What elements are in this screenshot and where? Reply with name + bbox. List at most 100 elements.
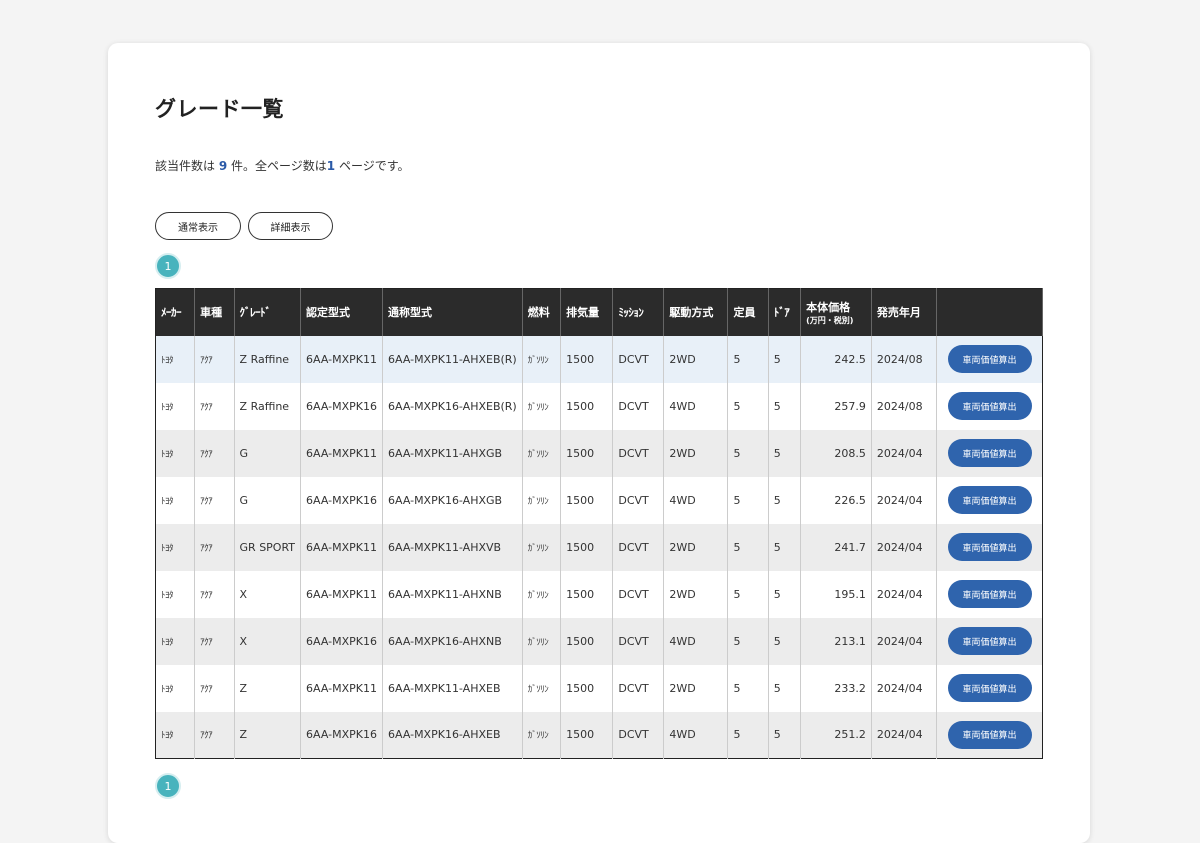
cell-grade: Z Raffine — [234, 382, 302, 430]
calculate-value-button[interactable]: 車両価値算出 — [947, 439, 1032, 467]
calculate-value-button[interactable]: 車両価値算出 — [947, 720, 1032, 749]
cell-certified-type: 6AA-MXPK11 — [300, 335, 383, 383]
calculate-value-button[interactable]: 車両価値算出 — [947, 674, 1032, 702]
col-header-label: 認定型式 — [306, 306, 351, 320]
col-header-transmission: ﾐｯｼｮﾝ — [612, 288, 665, 336]
cell-release-date: 2024/04 — [871, 664, 938, 712]
cell-model: ｱｸｱ — [194, 570, 235, 618]
grade-table: ﾒｰｶｰ 車種 ｸﾞﾚｰﾄﾞ 認定型式 通称型式 燃料 排気量 ﾐｯｼｮﾝ 駆動方式 定員 ﾄﾞｱ 本… — [155, 288, 1043, 759]
cell-drive: 2WD — [663, 523, 729, 571]
cell-capacity: 5 — [727, 429, 769, 477]
cell-action: 車両価値算出 — [936, 617, 1043, 665]
cell-displacement: 1500 — [560, 429, 614, 477]
table-row: ﾄﾖﾀ ｱｸｱ Z 6AA-MXPK11 6AA-MXPK11-AHXEB ｶﾞｿﾘﾝ 15… — [155, 664, 1043, 712]
col-header-maker: ﾒｰｶｰ — [155, 288, 196, 336]
cell-maker: ﾄﾖﾀ — [155, 476, 196, 524]
cell-grade: X — [234, 570, 302, 618]
cell-release-date: 2024/08 — [871, 382, 938, 430]
col-header-label: ﾐｯｼｮﾝ — [618, 306, 644, 320]
cell-certified-type: 6AA-MXPK11 — [300, 523, 383, 571]
cell-grade: G — [234, 476, 302, 524]
col-header-price: 本体価格 (万円・税別) — [800, 288, 872, 336]
col-header-doors: ﾄﾞｱ — [768, 288, 802, 336]
grade-list-card: グレード一覧 該当件数は 9 件。全ページ数は1 ページです。 通常表示 詳細表… — [108, 43, 1090, 843]
cell-action: 車両価値算出 — [936, 664, 1043, 712]
result-count: 9 — [218, 159, 228, 173]
cell-common-type: 6AA-MXPK16-AHXEB(R) — [382, 382, 523, 430]
cell-maker: ﾄﾖﾀ — [155, 382, 196, 430]
cell-fuel: ｶﾞｿﾘﾝ — [522, 335, 562, 383]
col-header-grade: ｸﾞﾚｰﾄﾞ — [234, 288, 302, 336]
calculate-value-button[interactable]: 車両価値算出 — [947, 345, 1032, 373]
cell-maker: ﾄﾖﾀ — [155, 429, 196, 477]
cell-grade: X — [234, 617, 302, 665]
cell-release-date: 2024/04 — [871, 617, 938, 665]
pagination-bottom: 1 — [155, 773, 181, 799]
page-link-1-bottom[interactable]: 1 — [155, 773, 181, 799]
cell-certified-type: 6AA-MXPK11 — [300, 570, 383, 618]
cell-displacement: 1500 — [560, 382, 614, 430]
count-suffix: ページです。 — [335, 159, 410, 173]
col-header-certified-type: 認定型式 — [300, 288, 383, 336]
normal-view-button[interactable]: 通常表示 — [155, 212, 241, 240]
cell-transmission: DCVT — [612, 523, 665, 571]
cell-capacity: 5 — [727, 335, 769, 383]
col-header-label: ﾄﾞｱ — [773, 306, 790, 320]
cell-model: ｱｸｱ — [194, 711, 235, 759]
cell-model: ｱｸｱ — [194, 476, 235, 524]
col-header-label: 駆動方式 — [669, 306, 714, 320]
calculate-value-button[interactable]: 車両価値算出 — [947, 627, 1032, 655]
cell-transmission: DCVT — [612, 570, 665, 618]
cell-doors: 5 — [768, 664, 802, 712]
cell-certified-type: 6AA-MXPK16 — [300, 711, 383, 759]
col-header-model: 車種 — [194, 288, 235, 336]
cell-transmission: DCVT — [612, 711, 665, 759]
cell-price: 242.5 — [800, 335, 872, 383]
cell-common-type: 6AA-MXPK11-AHXEB(R) — [382, 335, 523, 383]
cell-release-date: 2024/04 — [871, 570, 938, 618]
cell-grade: G — [234, 429, 302, 477]
calculate-value-button[interactable]: 車両価値算出 — [947, 392, 1032, 420]
cell-release-date: 2024/04 — [871, 523, 938, 571]
cell-price: 257.9 — [800, 382, 872, 430]
cell-drive: 2WD — [663, 429, 729, 477]
cell-drive: 2WD — [663, 570, 729, 618]
cell-price: 226.5 — [800, 476, 872, 524]
cell-price: 213.1 — [800, 617, 872, 665]
cell-displacement: 1500 — [560, 664, 614, 712]
cell-capacity: 5 — [727, 711, 769, 759]
cell-maker: ﾄﾖﾀ — [155, 711, 196, 759]
cell-transmission: DCVT — [612, 335, 665, 383]
page-title: グレード一覧 — [155, 97, 284, 121]
cell-doors: 5 — [768, 711, 802, 759]
cell-fuel: ｶﾞｿﾘﾝ — [522, 664, 562, 712]
cell-drive: 4WD — [663, 476, 729, 524]
page-link-1[interactable]: 1 — [155, 253, 181, 279]
cell-transmission: DCVT — [612, 476, 665, 524]
cell-action: 車両価値算出 — [936, 570, 1043, 618]
cell-action: 車両価値算出 — [936, 335, 1043, 383]
cell-doors: 5 — [768, 429, 802, 477]
cell-displacement: 1500 — [560, 617, 614, 665]
col-header-label: 排気量 — [566, 306, 600, 320]
cell-displacement: 1500 — [560, 523, 614, 571]
calculate-value-button[interactable]: 車両価値算出 — [947, 580, 1032, 608]
cell-maker: ﾄﾖﾀ — [155, 617, 196, 665]
table-row: ﾄﾖﾀ ｱｸｱ Z 6AA-MXPK16 6AA-MXPK16-AHXEB ｶﾞｿﾘﾝ 15… — [155, 711, 1043, 759]
col-header-release-date: 発売年月 — [871, 288, 938, 336]
cell-release-date: 2024/04 — [871, 476, 938, 524]
cell-doors: 5 — [768, 476, 802, 524]
col-header-label: 車種 — [200, 306, 223, 320]
table-row: ﾄﾖﾀ ｱｸｱ Z Raffine 6AA-MXPK16 6AA-MXPK16-AHXE… — [155, 382, 1043, 430]
cell-drive: 4WD — [663, 382, 729, 430]
cell-drive: 2WD — [663, 664, 729, 712]
cell-certified-type: 6AA-MXPK16 — [300, 617, 383, 665]
calculate-value-button[interactable]: 車両価値算出 — [947, 533, 1032, 561]
calculate-value-button[interactable]: 車両価値算出 — [947, 486, 1032, 514]
detail-view-button[interactable]: 詳細表示 — [248, 212, 333, 240]
col-header-label: 発売年月 — [876, 306, 921, 320]
cell-fuel: ｶﾞｿﾘﾝ — [522, 523, 562, 571]
result-count-text: 該当件数は 9 件。全ページ数は1 ページです。 — [155, 157, 410, 174]
cell-fuel: ｶﾞｿﾘﾝ — [522, 617, 562, 665]
cell-grade: Z Raffine — [234, 335, 302, 383]
